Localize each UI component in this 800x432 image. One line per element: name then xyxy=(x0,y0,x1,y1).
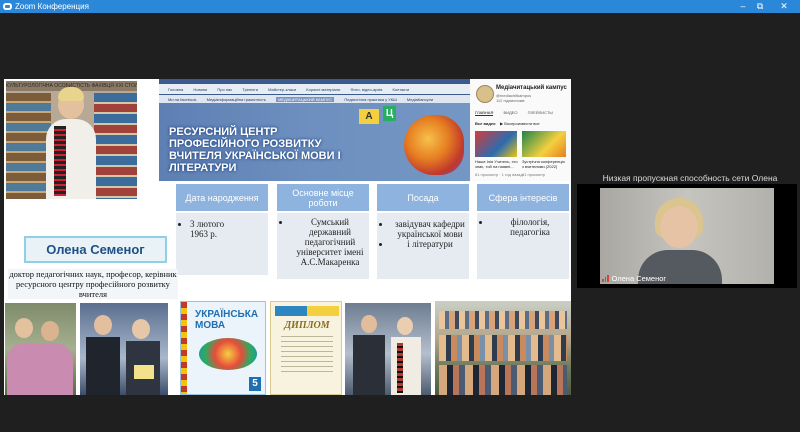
title-bar: Zoom Конференция – ⧉ ✕ xyxy=(0,0,800,13)
embroidered-dress xyxy=(391,337,421,395)
face xyxy=(15,318,33,338)
card-body: 3 лютого 1963 р. xyxy=(176,213,268,275)
meeting-canvas: КУЛЬТУРОЛОГІЧНА ОСОБИСТІСТЬ ФАХІВЦЯ ХХІ … xyxy=(0,13,800,432)
channel-tabs: ГЛАВНАЯ ВИДЕО ПЛЕЙЛИСТЫ xyxy=(475,110,567,116)
diploma: ДИПЛОМ xyxy=(270,301,342,395)
suit xyxy=(353,335,385,395)
face xyxy=(41,321,59,341)
ornament-border xyxy=(181,302,187,394)
portrait-photo: КУЛЬТУРОЛОГІЧНА ОСОБИСТІСТЬ ФАХІВЦЯ ХХІ … xyxy=(6,81,137,199)
textbook-grade: 5 xyxy=(249,377,261,391)
photo-conference-audience xyxy=(435,301,571,395)
card-body: філологія, педагогіка xyxy=(477,213,569,279)
card-header: Сфера інтересів xyxy=(477,184,569,211)
card-item: 3 лютого xyxy=(190,219,268,229)
card-item: 1963 р. xyxy=(190,229,217,239)
video-title[interactable]: Зустрічна конференція з вчителями (2022) xyxy=(522,159,567,169)
nav-item[interactable]: Фото, відео-архів xyxy=(350,87,382,92)
video-thumbnail[interactable] xyxy=(522,131,566,157)
card-body: Сумський державний педагогічний універси… xyxy=(277,213,369,279)
audience-row xyxy=(439,335,567,361)
section-title: Все видео xyxy=(475,121,496,126)
flag-ribbon xyxy=(275,306,339,316)
nav-item[interactable]: Майстер-класи xyxy=(268,87,296,92)
photo-two-women xyxy=(5,303,76,395)
tab-home[interactable]: ГЛАВНАЯ xyxy=(475,110,494,116)
embroidery-pattern xyxy=(54,126,66,196)
flower-ornament-icon xyxy=(199,338,257,370)
diploma-text-lines xyxy=(281,336,333,376)
head-silhouette-icon xyxy=(404,115,464,175)
video-meta: 41 просмотр xyxy=(522,172,546,177)
card-header: Посада xyxy=(377,184,469,211)
photo-award-ceremony xyxy=(80,303,168,395)
participant-name: Олена Семеног xyxy=(611,274,667,283)
channel-name: Медіачитацький кампус xyxy=(496,85,567,91)
card-item: і літератури xyxy=(391,239,469,249)
site-subnav: Ми на facebook Медіаінформаційна грамотн… xyxy=(159,95,477,103)
textbook-title: УКРАЇНСЬКА МОВА xyxy=(195,309,259,331)
card-body: завідувач кафедри української мови і літ… xyxy=(377,213,469,279)
youtube-channel: Медіачитацький кампус @mediachitkampus 1… xyxy=(470,79,571,181)
participant-name-label: Олена Семеног xyxy=(602,274,666,283)
person-bio: доктор педагогічних наук, професор, кері… xyxy=(8,269,178,299)
nav-item[interactable]: Корисні матеріали xyxy=(306,87,340,92)
card-header: Основне місце роботи xyxy=(277,184,369,211)
card-item: філологія, педагогіка xyxy=(491,217,569,237)
site-nav: Головна Новини Про нас Тренінги Майстер-… xyxy=(159,84,477,94)
zoom-logo-icon xyxy=(3,3,12,10)
person-name-box: Олена Семеног xyxy=(24,236,167,263)
resource-center-banner: Головна Новини Про нас Тренінги Майстер-… xyxy=(159,79,477,181)
face xyxy=(397,317,413,335)
subnav-item[interactable]: МЕДІАЧИТАЦЬКИЙ КАМПУС xyxy=(276,97,335,102)
tab-videos[interactable]: ВИДЕО xyxy=(503,110,517,115)
photo-colleagues xyxy=(345,303,431,395)
face xyxy=(361,315,377,333)
video-title[interactable]: Наше Ілія Учитель, хто знає, той на наяв… xyxy=(475,159,518,169)
channel-subscribers: 112 підписників xyxy=(496,98,525,103)
subnav-item[interactable]: Ми на facebook xyxy=(168,97,196,102)
channel-avatar xyxy=(476,85,494,103)
tab-playlists[interactable]: ПЛЕЙЛИСТЫ xyxy=(528,110,553,115)
certificate xyxy=(134,365,154,379)
card-item: завідувач кафедри української мови xyxy=(391,219,469,239)
subnav-item[interactable]: Медіаінформаційна грамотність xyxy=(207,97,266,102)
bookshelf-left xyxy=(6,93,51,199)
face xyxy=(660,206,698,248)
nav-item[interactable]: Про нас xyxy=(217,87,232,92)
maximize-button[interactable]: ⧉ xyxy=(752,1,768,12)
letter-ts-tile-icon: Ц xyxy=(383,106,396,121)
letter-a-tile-icon: А xyxy=(359,109,379,124)
window-title: Zoom Конференция xyxy=(15,2,89,11)
video-thumbnail[interactable] xyxy=(475,131,517,157)
textbook-cover: УКРАЇНСЬКА МОВА 5 xyxy=(180,301,266,395)
audience-row xyxy=(439,311,567,329)
bookshelf-right xyxy=(94,93,137,199)
face xyxy=(132,319,150,339)
diploma-title: ДИПЛОМ xyxy=(284,320,330,331)
shared-screen-slide: КУЛЬТУРОЛОГІЧНА ОСОБИСТІСТЬ ФАХІВЦЯ ХХІ … xyxy=(4,79,571,395)
card-header: Дата народження xyxy=(176,184,268,211)
video-meta: 61 просмотр · 1 год назад xyxy=(475,172,523,177)
nav-item[interactable]: Головна xyxy=(168,87,183,92)
nav-item[interactable]: Тренінги xyxy=(242,87,258,92)
subnav-item[interactable]: Педагогічна практика у УКШ xyxy=(344,97,396,102)
play-all-link[interactable]: ▶ Воспроизвести все xyxy=(500,121,540,126)
banner-title: РЕСУРСНИЙ ЦЕНТР ПРОФЕСІЙНОГО РОЗВИТКУ ВЧ… xyxy=(169,126,341,174)
nav-item[interactable]: Новини xyxy=(193,87,207,92)
nav-item[interactable]: Контакти xyxy=(393,87,410,92)
participant-video: Олена Семеног xyxy=(600,188,774,284)
audience-row xyxy=(439,365,567,395)
card-item: Сумський державний педагогічний універси… xyxy=(291,217,369,267)
flowers xyxy=(7,343,73,395)
hair xyxy=(58,87,84,101)
embroidery-pattern xyxy=(397,343,403,393)
face xyxy=(94,315,112,335)
minimize-button[interactable]: – xyxy=(735,1,751,12)
close-button[interactable]: ✕ xyxy=(776,1,792,12)
subnav-item[interactable]: МедіаКапсули xyxy=(407,97,433,102)
suit xyxy=(86,337,120,395)
signal-bars-icon xyxy=(602,275,609,282)
